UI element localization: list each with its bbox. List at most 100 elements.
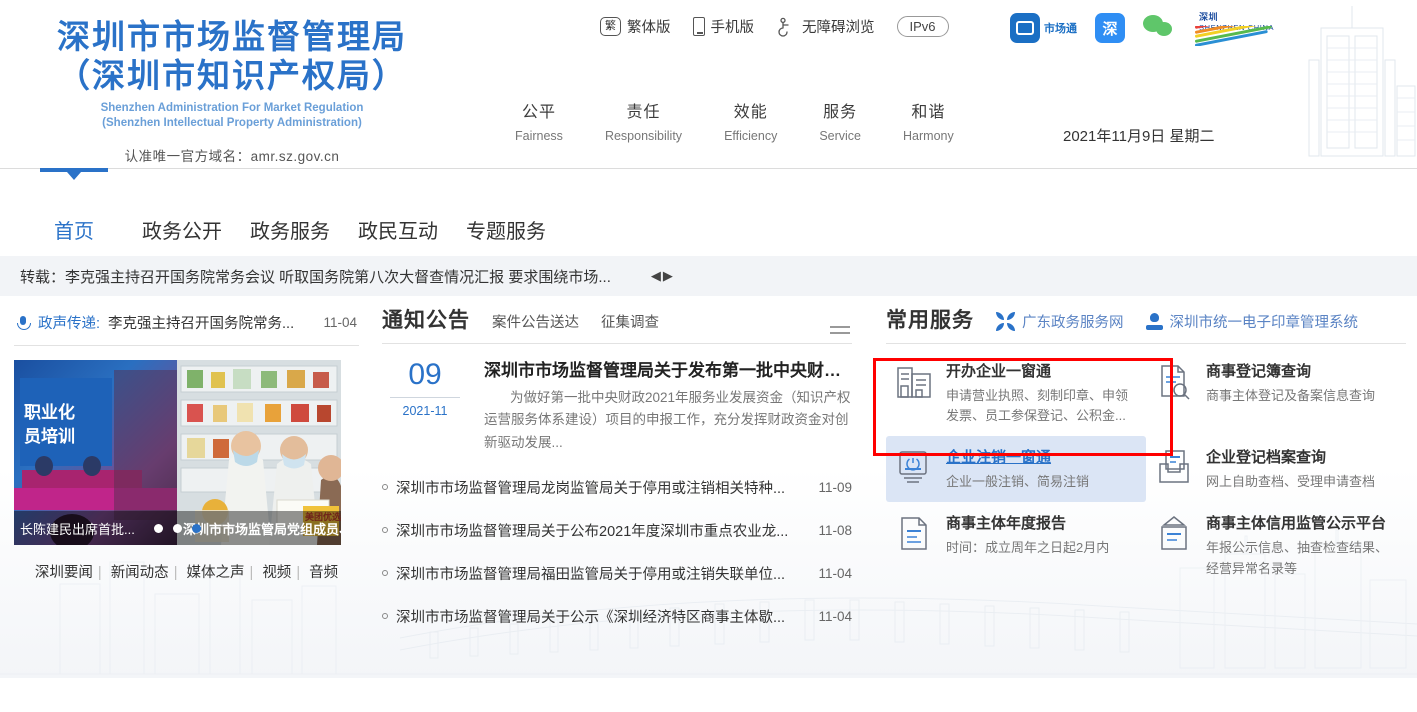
carousel-dot-1[interactable]: [154, 524, 163, 533]
official-domain-note: 认准唯一官方域名：amr.sz.gov.cn: [22, 145, 442, 165]
tab-collection-survey[interactable]: 征集调查: [601, 311, 659, 334]
list-item[interactable]: 深圳市市场监督管理局关于公示《深圳经济特区商事主体歇... 11-04: [382, 595, 852, 638]
service-card-credit-supervision-platform[interactable]: 商事主体信用监管公示平台 年报公示信息、抽查检查结果、经营异常名录等: [1146, 502, 1406, 588]
utility-traditional-chinese[interactable]: 繁 繁体版: [600, 16, 671, 37]
service-card-body: 商事主体年度报告 时间：成立周年之日起2月内: [946, 512, 1109, 558]
nav-label: 政务公开: [142, 221, 222, 243]
report-doc-icon: [896, 514, 932, 552]
news-link-shenzhen-headlines[interactable]: 深圳要闻: [30, 565, 98, 581]
svg-text:员培训: 员培训: [24, 426, 75, 446]
site-logo[interactable]: 深圳市市场监督管理局 （深圳市知识产权局） Shenzhen Administr…: [22, 18, 442, 165]
utility-mobile-version[interactable]: 手机版: [693, 16, 755, 37]
bullet-icon: [382, 570, 388, 576]
featured-day: 09: [382, 358, 468, 391]
partner-icon-row: 市场通 深 深圳 SHENZHEN CHINA: [1010, 8, 1291, 48]
carousel-dots[interactable]: [14, 524, 341, 533]
i-shenzhen-icon[interactable]: 深: [1095, 13, 1125, 43]
service-title: 商事主体年度报告: [946, 512, 1109, 533]
news-ticker[interactable]: 转载： 李克强主持召开国务院常务会议 听取国务院第八次大督查情况汇报 要求围绕市…: [0, 256, 1417, 296]
service-desc: 年报公示信息、抽查检查结果、经营异常名录等: [1206, 538, 1398, 578]
service-desc: 申请营业执照、刻制印章、申领发票、员工参保登记、公积金...: [946, 386, 1138, 426]
notice-title[interactable]: 深圳市市场监督管理局福田监管局关于停用或注销失联单位...: [396, 563, 810, 584]
list-item[interactable]: 深圳市市场监督管理局龙岗监管局关于停用或注销相关特种... 11-09: [382, 466, 852, 509]
list-item[interactable]: 深圳市市场监督管理局关于公布2021年度深圳市重点农业龙... 11-08: [382, 509, 852, 552]
value-cn: 服务: [819, 98, 861, 122]
service-card-open-enterprise[interactable]: 开办企业一窗通 申请营业执照、刻制印章、申领发票、员工参保登记、公积金...: [886, 350, 1146, 436]
voice-transmission-title[interactable]: 李克强主持召开国务院常务...: [108, 312, 315, 333]
ipv6-badge[interactable]: IPv6: [897, 16, 949, 37]
shichangtong-label: 市场通: [1044, 20, 1077, 36]
doc-search-icon: [1156, 362, 1192, 400]
tab-case-announcement-delivery[interactable]: 案件公告送达: [492, 311, 579, 334]
notice-title[interactable]: 深圳市市场监督管理局龙岗监管局关于停用或注销相关特种...: [396, 477, 810, 498]
ticker-arrows[interactable]: ◀▶: [651, 268, 675, 284]
common-services-header: 常用服务 广东政务服务网 深圳市统一电子印章管理系统: [886, 304, 1406, 344]
service-card-body: 企业登记档案查询 网上自助查档、受理申请查档: [1206, 446, 1375, 492]
shenzhen-china-logo[interactable]: 深圳 SHENZHEN CHINA: [1195, 8, 1291, 48]
link-guangdong-service-net[interactable]: 广东政务服务网: [996, 311, 1124, 334]
utility-accessibility[interactable]: 无障碍浏览: [776, 16, 875, 37]
service-desc: 商事主体登记及备案信息查询: [1206, 386, 1375, 406]
left-column: 政声传递: 李克强主持召开国务院常务... 11-04 职业化 员培训: [14, 304, 359, 582]
value-fairness: 公平 Fairness: [515, 98, 563, 143]
news-link-media-voice[interactable]: 媒体之声: [182, 565, 250, 581]
notice-title[interactable]: 深圳市市场监督管理局关于公布2021年度深圳市重点农业龙...: [396, 520, 810, 541]
bullet-icon: [382, 527, 388, 533]
service-card-registry-query[interactable]: 商事登记簿查询 商事主体登记及备案信息查询: [1146, 350, 1406, 436]
archive-box-icon: [1156, 448, 1192, 486]
utility-links: 繁 繁体版 手机版 无障碍浏览 IPv6: [600, 16, 949, 37]
notice-list: 深圳市市场监督管理局龙岗监管局关于停用或注销相关特种... 11-09 深圳市市…: [382, 466, 852, 638]
credit-tag-icon: [1156, 514, 1192, 552]
carousel-dot-2[interactable]: [173, 524, 182, 533]
ticker-prev-icon[interactable]: ◀: [651, 268, 663, 283]
link-label: 深圳市统一电子印章管理系统: [1170, 311, 1359, 332]
service-card-registration-archive-query[interactable]: 企业登记档案查询 网上自助查档、受理申请查档: [1146, 436, 1406, 502]
right-column: 常用服务 广东政务服务网 深圳市统一电子印章管理系统: [886, 304, 1406, 589]
tab-notices-announcements[interactable]: 通知公告: [382, 304, 470, 334]
nav-item-government-services[interactable]: 政务服务: [236, 169, 344, 244]
value-en: Responsibility: [605, 129, 682, 143]
featured-notice[interactable]: 09 2021-11 深圳市市场监督管理局关于发布第一批中央财政2... 为做好…: [382, 344, 852, 464]
nav-label: 政民互动: [358, 221, 438, 243]
service-card-enterprise-deregistration[interactable]: 企业注销一窗通 企业一般注销、简易注销: [886, 436, 1146, 502]
featured-title[interactable]: 深圳市市场监督管理局关于发布第一批中央财政2...: [484, 356, 852, 381]
service-title: 商事登记簿查询: [1206, 360, 1375, 381]
service-desc: 企业一般注销、简易注销: [946, 472, 1089, 492]
news-link-audio[interactable]: 音频: [304, 565, 343, 581]
building-illustration: [1297, 0, 1417, 160]
hamburger-more-icon[interactable]: [830, 326, 850, 334]
notice-title[interactable]: 深圳市市场监督管理局关于公示《深圳经济特区商事主体歇...: [396, 606, 810, 627]
utility-label: 无障碍浏览: [802, 16, 875, 37]
ticker-text[interactable]: 李克强主持召开国务院常务会议 听取国务院第八次大督查情况汇报 要求围绕市场...: [65, 266, 611, 287]
voice-transmission-row[interactable]: 政声传递: 李克强主持召开国务院常务... 11-04: [14, 304, 359, 346]
core-values-row: 公平 Fairness 责任 Responsibility 效能 Efficie…: [515, 98, 954, 143]
news-carousel[interactable]: 职业化 员培训: [14, 360, 341, 545]
active-caret-icon: [67, 172, 81, 180]
carousel-dot-3[interactable]: [192, 524, 201, 533]
service-title: 开办企业一窗通: [946, 360, 1138, 381]
service-card-body: 企业注销一窗通 企业一般注销、简易注销: [946, 446, 1089, 492]
mobile-phone-icon: [693, 17, 705, 36]
news-link-news-updates[interactable]: 新闻动态: [106, 565, 174, 581]
value-cn: 效能: [724, 98, 777, 122]
news-link-video[interactable]: 视频: [257, 565, 296, 581]
nav-item-home[interactable]: 首页: [20, 169, 128, 244]
nav-item-government-affairs-disclosure[interactable]: 政务公开: [128, 169, 236, 244]
service-card-annual-report[interactable]: 商事主体年度报告 时间：成立周年之日起2月内: [886, 502, 1146, 588]
value-harmony: 和谐 Harmony: [903, 98, 954, 143]
nav-item-citizen-interaction[interactable]: 政民互动: [344, 169, 452, 244]
service-title: 商事主体信用监管公示平台: [1206, 512, 1398, 533]
wechat-icon[interactable]: [1143, 15, 1177, 41]
link-eseal-system[interactable]: 深圳市统一电子印章管理系统: [1146, 311, 1359, 334]
list-item[interactable]: 深圳市市场监督管理局福田监管局关于停用或注销失联单位... 11-04: [382, 552, 852, 595]
nav-item-special-services[interactable]: 专题服务: [452, 169, 560, 244]
building-icon: [896, 362, 932, 400]
ticker-next-icon[interactable]: ▶: [663, 268, 675, 283]
rainbow-graphic: [1195, 26, 1291, 46]
featured-month: 2021-11: [382, 404, 468, 418]
value-cn: 公平: [515, 98, 563, 122]
shichangtong-icon[interactable]: 市场通: [1010, 13, 1077, 43]
bullet-icon: [382, 484, 388, 490]
bullet-icon: [382, 613, 388, 619]
featured-description: 为做好第一批中央财政2021年服务业发展资金（知识产权运营服务体系建设）项目的申…: [484, 387, 852, 454]
